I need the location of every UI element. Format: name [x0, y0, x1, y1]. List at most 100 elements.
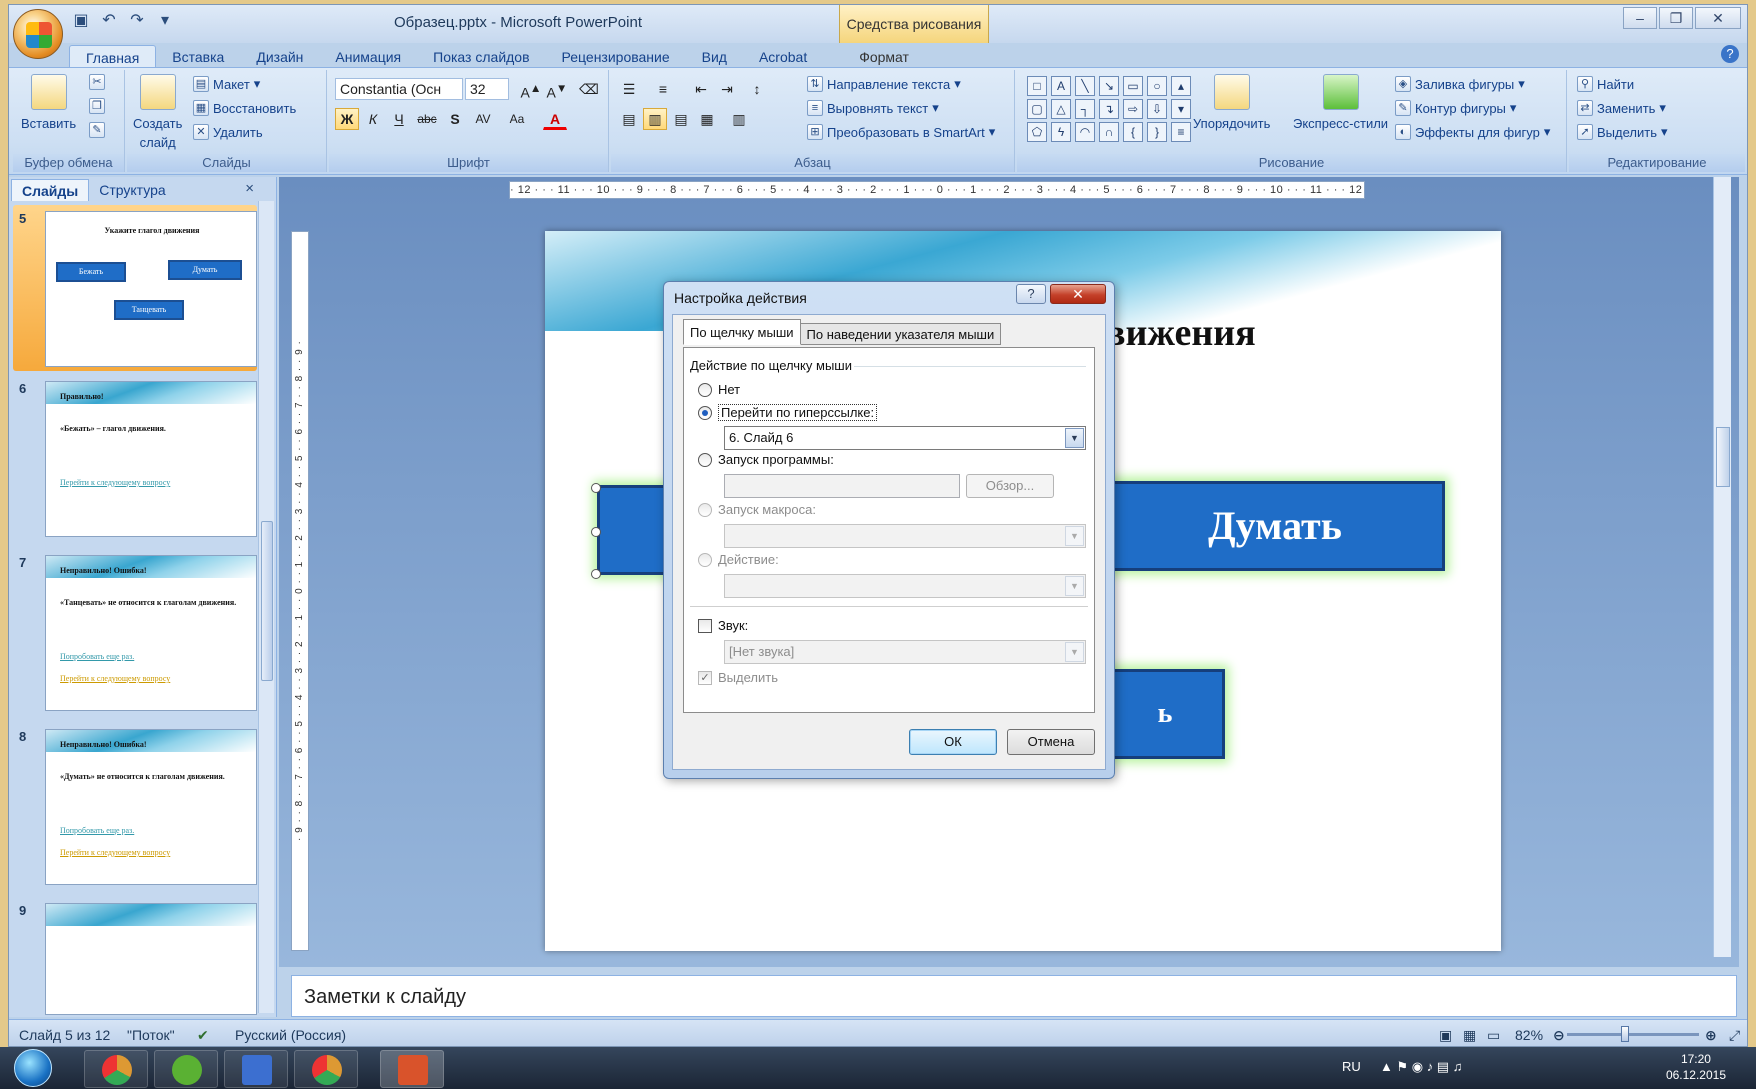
- oval-shape-icon[interactable]: ○: [1147, 76, 1167, 96]
- smartart-button[interactable]: ⊞ Преобразовать в SmartArt ▾: [807, 124, 995, 140]
- slide-button-think[interactable]: Думать: [1105, 481, 1445, 571]
- macro-select[interactable]: ▼: [724, 524, 1086, 548]
- redo-icon[interactable]: ↷: [127, 11, 147, 31]
- tab-slideshow[interactable]: Показ слайдов: [417, 45, 545, 69]
- radio-icon[interactable]: [698, 552, 712, 567]
- tab-mouse-click[interactable]: По щелчку мыши: [683, 319, 801, 345]
- language-indicator[interactable]: Русский (Россия): [235, 1027, 346, 1043]
- shape-fill-button[interactable]: ◈ Заливка фигуры ▾: [1395, 76, 1525, 92]
- line-spacing-icon[interactable]: ↕: [745, 78, 769, 100]
- bullets-icon[interactable]: ☰: [617, 78, 641, 100]
- rounded-rect-shape-icon[interactable]: ▢: [1027, 99, 1047, 119]
- align-left-icon[interactable]: ▤: [617, 108, 641, 130]
- change-case-button[interactable]: Aa: [505, 108, 529, 130]
- tab-review[interactable]: Рецензирование: [546, 45, 686, 69]
- option-run-macro[interactable]: Запуск макроса:: [698, 502, 816, 517]
- down-arrow-shape-icon[interactable]: ⇩: [1147, 99, 1167, 119]
- more-shapes-icon[interactable]: ≡: [1171, 122, 1191, 142]
- editor-vertical-scrollbar[interactable]: [1713, 177, 1731, 957]
- paste-button[interactable]: Вставить: [21, 74, 76, 131]
- taskbar-chrome[interactable]: [84, 1050, 148, 1088]
- align-center-icon[interactable]: ▥: [643, 108, 667, 130]
- customize-qat-icon[interactable]: ▾: [155, 11, 175, 31]
- selection-handle[interactable]: [591, 483, 601, 493]
- cancel-button[interactable]: Отмена: [1007, 729, 1095, 755]
- slide-button-dance[interactable]: ь: [1105, 669, 1225, 759]
- zoom-in-icon[interactable]: ⊕: [1705, 1027, 1717, 1044]
- font-family-select[interactable]: Constantia (Осн: [335, 78, 463, 100]
- textbox-shape-icon[interactable]: A: [1051, 76, 1071, 96]
- increase-indent-icon[interactable]: ⇥: [715, 78, 739, 100]
- triangle-shape-icon[interactable]: △: [1051, 99, 1071, 119]
- chevron-down-icon[interactable]: ▼: [1065, 576, 1084, 596]
- chevron-down-icon[interactable]: ▼: [1065, 642, 1084, 662]
- tab-design[interactable]: Дизайн: [240, 45, 319, 69]
- minimize-button[interactable]: –: [1623, 7, 1657, 29]
- format-painter-button[interactable]: ✎: [89, 122, 105, 138]
- slide-heading[interactable]: вижения: [1105, 311, 1256, 355]
- radio-icon[interactable]: [698, 502, 712, 517]
- sound-checkbox[interactable]: Звук:: [698, 618, 748, 633]
- decrease-indent-icon[interactable]: ⇤: [689, 78, 713, 100]
- italic-button[interactable]: К: [361, 108, 385, 130]
- line-shape-icon[interactable]: ╲: [1075, 76, 1095, 96]
- tab-outline[interactable]: Структура: [89, 179, 175, 201]
- new-slide-button[interactable]: Создать слайд: [133, 74, 182, 150]
- zoom-out-icon[interactable]: ⊖: [1553, 1027, 1565, 1044]
- align-text-button[interactable]: ≡ Выровнять текст ▾: [807, 100, 939, 116]
- tab-format[interactable]: Формат: [843, 45, 925, 69]
- shape-outline-button[interactable]: ✎ Контур фигуры ▾: [1395, 100, 1516, 116]
- align-right-icon[interactable]: ▤: [669, 108, 693, 130]
- copy-button[interactable]: ❐: [89, 98, 105, 114]
- tab-insert[interactable]: Вставка: [156, 45, 240, 69]
- browse-button[interactable]: Обзор...: [966, 474, 1054, 498]
- help-icon[interactable]: ?: [1721, 45, 1739, 63]
- slide-thumb-5[interactable]: 5 Укажите глагол движения Бежать Думать …: [13, 205, 257, 371]
- arrow-line-shape-icon[interactable]: ↘: [1099, 76, 1119, 96]
- layout-button[interactable]: ▤ Макет ▾: [193, 76, 260, 92]
- strikethrough-button[interactable]: abc: [415, 108, 439, 130]
- scrollbar-thumb[interactable]: [1716, 427, 1730, 487]
- input-language[interactable]: RU: [1342, 1059, 1361, 1074]
- action-select[interactable]: ▼: [724, 574, 1086, 598]
- zoom-slider[interactable]: [1567, 1033, 1699, 1036]
- font-size-select[interactable]: 32: [465, 78, 509, 100]
- tab-home[interactable]: Главная: [69, 45, 157, 69]
- save-icon[interactable]: ▣: [71, 11, 91, 31]
- tab-acrobat[interactable]: Acrobat: [743, 45, 823, 69]
- bold-button[interactable]: Ж: [335, 108, 359, 130]
- option-action[interactable]: Действие:: [698, 552, 779, 567]
- ok-button[interactable]: ОК: [909, 729, 997, 755]
- text-direction-button[interactable]: ⇅ Направление текста ▾: [807, 76, 961, 92]
- slide-thumb-7[interactable]: 7 Неправильно! Ошибка! «Танцевать» не от…: [13, 549, 257, 715]
- undo-icon[interactable]: ↶: [99, 11, 119, 31]
- restore-button[interactable]: ❐: [1659, 7, 1693, 29]
- program-path-input[interactable]: [724, 474, 960, 498]
- shadow-button[interactable]: S: [443, 108, 467, 130]
- radio-icon[interactable]: [698, 452, 712, 467]
- rectangle-shape-icon[interactable]: □: [1027, 76, 1047, 96]
- slide-button-run[interactable]: [597, 485, 667, 575]
- start-button[interactable]: [14, 1049, 52, 1087]
- shapes-gallery[interactable]: □ A ╲ ↘ ▭ ○ ▴ ▢ △ ┐ ↴ ⇨ ⇩ ▾ ⬠ ϟ ◠ ∩{} ≡: [1027, 76, 1193, 142]
- checkbox-icon[interactable]: [698, 618, 712, 633]
- arrange-button[interactable]: Упорядочить: [1193, 74, 1270, 131]
- grow-font-button[interactable]: A▲: [519, 78, 543, 101]
- delete-slide-button[interactable]: ✕ Удалить: [193, 124, 263, 140]
- hyperlink-select[interactable]: 6. Слайд 6 ▼: [724, 426, 1086, 450]
- highlight-checkbox[interactable]: ✓ Выделить: [698, 670, 778, 685]
- scrollbar-thumb[interactable]: [261, 521, 273, 681]
- fit-to-window-icon[interactable]: ⤢: [1729, 1027, 1740, 1044]
- elbow-arrow-shape-icon[interactable]: ↴: [1099, 99, 1119, 119]
- cut-button[interactable]: ✂: [89, 74, 105, 90]
- slides-pane-scrollbar[interactable]: [258, 201, 274, 1013]
- quick-styles-button[interactable]: Экспресс-стили: [1293, 74, 1388, 131]
- slide-sorter-icon[interactable]: ▦: [1463, 1027, 1476, 1044]
- justify-icon[interactable]: ▦: [695, 108, 719, 130]
- shrink-font-button[interactable]: A▼: [545, 78, 569, 101]
- option-hyperlink[interactable]: Перейти по гиперссылке:: [698, 404, 878, 421]
- tab-view[interactable]: Вид: [686, 45, 743, 69]
- spellcheck-icon[interactable]: ✔: [197, 1027, 209, 1044]
- dialog-close-button[interactable]: ✕: [1050, 284, 1106, 304]
- shape-effects-button[interactable]: ◐ Эффекты для фигур ▾: [1395, 124, 1550, 140]
